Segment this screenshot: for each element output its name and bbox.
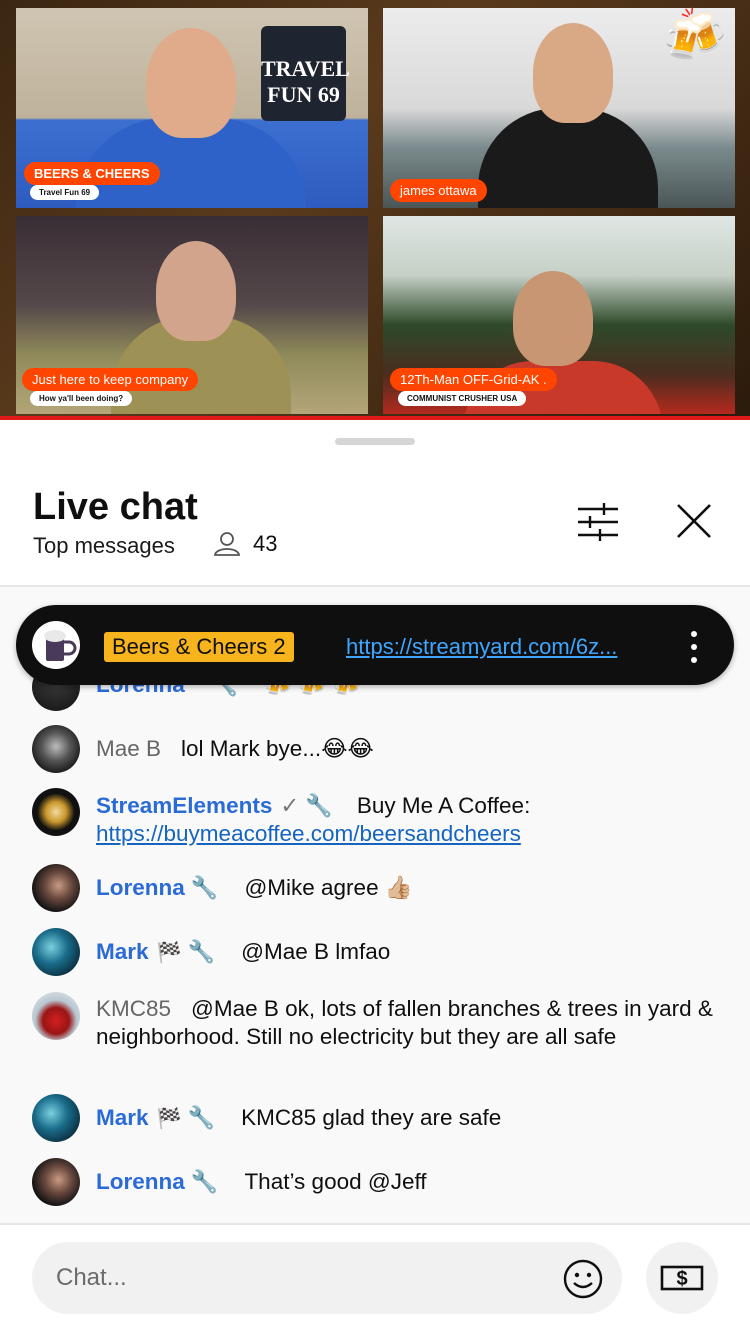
tile-sublabel: COMMUNIST CRUSHER USA — [398, 391, 527, 406]
close-icon[interactable] — [672, 499, 716, 543]
progress-bar[interactable] — [0, 416, 750, 420]
message-text: StreamElements ✓ 🔧 Buy Me A Coffee: https:… — [96, 792, 722, 848]
message-body: @Mike agree 👍🏼 — [244, 875, 413, 900]
pinned-author-badge[interactable]: Beers & Cheers 2 — [104, 632, 294, 662]
message-body: lol Mark bye...😂😂 — [181, 736, 374, 761]
svg-text:$: $ — [676, 1268, 687, 1290]
avatar[interactable] — [32, 1094, 80, 1142]
avatar[interactable] — [32, 725, 80, 773]
author-name[interactable]: StreamElements — [96, 793, 272, 818]
author-name[interactable]: Mark — [96, 1105, 149, 1130]
tune-icon[interactable] — [576, 503, 620, 541]
tile-sublabel: How ya'll been doing? — [30, 391, 133, 406]
wrench-icon: 🔧 — [187, 1105, 215, 1130]
message-text: KMC85 @Mae B ok, lots of fallen branches … — [96, 995, 722, 1051]
host-head — [146, 28, 236, 138]
beer-mugs-graphic: 🍻 — [662, 7, 727, 65]
author-name[interactable]: Lorenna — [96, 1169, 185, 1194]
author-name[interactable]: Mae B — [96, 736, 161, 761]
more-vert-icon[interactable] — [684, 629, 704, 665]
wrench-icon: 🔧 — [190, 875, 219, 900]
wrench-icon: 🔧 — [187, 939, 215, 964]
avatar[interactable] — [32, 928, 80, 976]
chat-input[interactable] — [32, 1242, 622, 1314]
avatar[interactable] — [32, 864, 80, 912]
super-chat-button[interactable]: $ — [646, 1242, 718, 1314]
super-chat-dollar-icon: $ — [660, 1265, 704, 1291]
avatar[interactable] — [32, 1158, 80, 1206]
james-head — [533, 23, 613, 123]
message-body: @Mae B ok, lots of fallen branches & tre… — [96, 996, 713, 1049]
wrench-icon: 🔧 — [305, 793, 333, 818]
avatar[interactable] — [32, 788, 80, 836]
wrench-icon: 🔧 — [190, 1169, 219, 1194]
message-body: @Mae B lmfao — [241, 939, 391, 964]
tile-label: Just here to keep company — [22, 368, 199, 391]
viewer-count-value: 43 — [253, 531, 278, 556]
tile-sublabel: Travel Fun 69 — [30, 185, 100, 200]
author-name[interactable]: Lorenna — [96, 875, 185, 900]
guest-head — [156, 241, 236, 341]
message-link[interactable]: https://buymeacoffee.com/beersandcheers — [96, 821, 521, 846]
live-chat-panel: Live chat Top messages 43 Lorenna🔧 🍻 🍻 🍻 — [0, 421, 750, 1336]
message-text: Lorenna 🔧 That’s good @Jeff — [96, 1168, 722, 1196]
person-icon — [213, 532, 241, 556]
offgrid-head — [513, 271, 593, 366]
checkered-flag-icon: 🏁 — [156, 942, 182, 964]
tile-label: 12Th-Man OFF-Grid-AK . — [390, 368, 557, 391]
emoji-icon[interactable] — [562, 1258, 604, 1300]
video-player[interactable]: TRAVEL FUN 69 🍻 BEERS & CHEERS Travel Fu… — [0, 0, 750, 420]
panel-title: Live chat — [33, 486, 198, 528]
james-body — [478, 108, 658, 208]
message-text: Lorenna 🔧 @Mike agree 👍🏼 — [96, 874, 722, 902]
beer-mug-logo-icon — [44, 630, 77, 661]
message-body: KMC85 glad they are safe — [241, 1105, 502, 1130]
chat-input-bar: $ — [0, 1223, 750, 1336]
pinned-link[interactable]: https://streamyard.com/6z... — [346, 634, 617, 660]
checkered-flag-icon: 🏁 — [156, 1108, 182, 1130]
message-text: Mae B lol Mark bye...😂😂 — [96, 735, 722, 763]
tile-label: BEERS & CHEERS — [24, 162, 160, 185]
wall-jersey: TRAVEL FUN 69 — [261, 26, 350, 121]
author-name[interactable]: KMC85 — [96, 996, 171, 1021]
message-text: Mark 🏁 🔧 KMC85 glad they are safe — [96, 1104, 722, 1133]
verified-check-icon: ✓ — [280, 793, 300, 818]
drag-handle[interactable] — [335, 438, 415, 445]
tile-label: james ottawa — [390, 179, 487, 202]
message-body: That’s good @Jeff — [244, 1169, 427, 1194]
chat-mode-selector[interactable]: Top messages — [33, 533, 175, 559]
author-name[interactable]: Mark — [96, 939, 149, 964]
viewer-count: 43 — [213, 531, 277, 557]
avatar[interactable] — [32, 992, 80, 1040]
pinned-message-banner[interactable]: Beers & Cheers 2 https://streamyard.com/… — [16, 605, 734, 685]
pinned-avatar — [32, 621, 80, 669]
message-body: Buy Me A Coffee: — [356, 793, 531, 818]
message-text: Mark 🏁 🔧 @Mae B lmfao — [96, 938, 722, 967]
